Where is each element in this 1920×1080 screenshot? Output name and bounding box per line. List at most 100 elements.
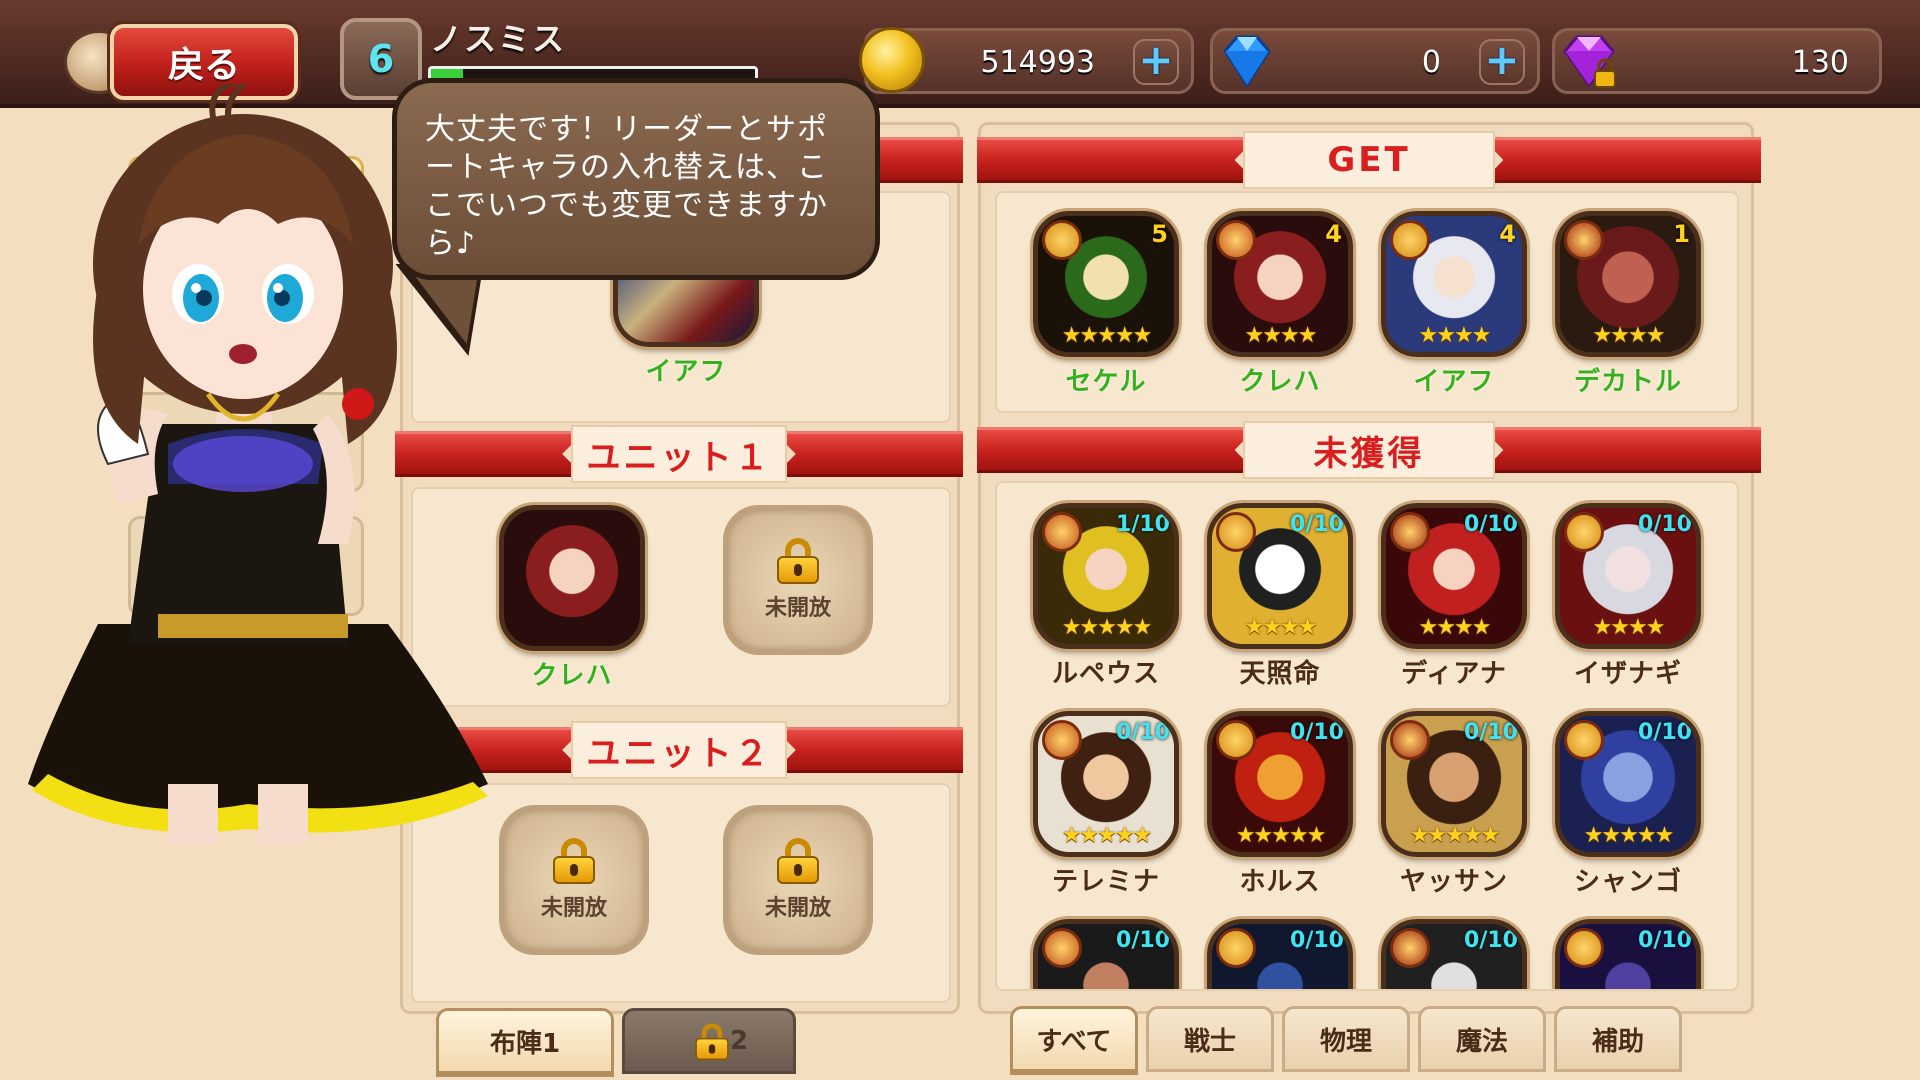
rarity-stars: ★★★★★ [1061,323,1153,348]
character-portrait[interactable]: 1/10 ★★★★★ [1033,503,1179,649]
rarity-stars: ★★★★★ [1061,615,1153,640]
locked-slot[interactable]: 未開放 [723,505,873,655]
locked-slot[interactable]: 未開放 [499,805,649,955]
character-name: ルペウス [1051,659,1160,689]
rarity-stars: ★★★★ [1592,615,1666,640]
rarity-stars: ★★★★ [1244,615,1318,640]
filter-tab[interactable]: 戦士 [1146,1006,1274,1072]
element-icon [1390,220,1430,260]
paid-gem-counter: 130 [1552,28,1882,94]
unowned-character-card[interactable]: 0/10 ★★★★ イザナギ [1555,503,1701,690]
character-name: 天照命 [1239,659,1321,689]
shard-progress: 0/10 [1290,720,1344,745]
character-portrait[interactable]: 0/10 ★★★★★ [1555,711,1701,857]
character-name: デカトル [1573,367,1682,397]
rarity-stars: ★★★★ [1418,615,1492,640]
owned-character-card[interactable]: 1 ★★★★ デカトル [1555,211,1701,398]
unit1-slot-1[interactable]: クレハ [499,505,645,692]
unowned-character-card[interactable]: 0/10 ★★★★★ シャンゴ [1555,711,1701,898]
filter-tab[interactable]: すべて [1010,1006,1138,1072]
character-portrait[interactable]: 4 ★★★★ [1381,211,1527,357]
shard-progress: 0/10 [1464,928,1518,953]
character-portrait[interactable]: 0/10 [1207,919,1353,989]
paid-gem-amount: 130 [1791,45,1849,80]
unowned-character-card[interactable]: 0/10 [1381,919,1527,989]
ribbon-band-left [977,427,1257,473]
shard-progress: 0/10 [1638,720,1692,745]
shard-progress: 0/10 [1116,928,1170,953]
gold-coin-icon [859,27,925,93]
character-portrait[interactable]: 0/10 ★★★★ [1555,503,1701,649]
unowned-character-card[interactable]: 0/10 ★★★★★ テレミナ [1033,711,1179,898]
unit1-title: ユニット１ [571,425,787,483]
element-icon [1042,720,1082,760]
unowned-character-card[interactable]: 1/10 ★★★★★ ルペウス [1033,503,1179,690]
element-icon [1216,928,1256,968]
add-gem-button[interactable]: + [1479,39,1525,85]
character-portrait[interactable]: 0/10 [1033,919,1179,989]
element-icon [1042,512,1082,552]
character-portrait[interactable]: 4 ★★★★ [1207,211,1353,357]
unowned-character-card[interactable]: 0/10 [1555,919,1701,989]
element-icon [1216,512,1256,552]
character-portrait[interactable]: 0/10 ★★★★ [1381,503,1527,649]
speech-bubble: 大丈夫です！リーダーとサポートキャラの入れ替えは、ここでいつでも変更できますから… [392,78,880,280]
unowned-character-card[interactable]: 0/10 [1207,919,1353,989]
character-portrait[interactable]: 0/10 ★★★★★ [1207,711,1353,857]
unowned-character-card[interactable]: 0/10 ★★★★ 天照命 [1207,503,1353,690]
kureha-portrait[interactable] [499,505,645,651]
lock-icon [777,538,819,584]
locked-slot[interactable]: 未開放 [723,805,873,955]
owned-character-card[interactable]: 4 ★★★★ イアフ [1381,211,1527,398]
element-icon [1564,220,1604,260]
rarity-stars: ★★★★★ [1235,823,1327,848]
filter-tab[interactable]: 補助 [1554,1006,1682,1072]
character-portrait[interactable]: 0/10 ★★★★★ [1033,711,1179,857]
filter-tab[interactable]: 魔法 [1418,1006,1546,1072]
add-gold-button[interactable]: + [1133,39,1179,85]
unowned-character-card[interactable]: 0/10 ★★★★★ ヤッサン [1381,711,1527,898]
unowned-character-card[interactable]: 0/10 ★★★★★ ホルス [1207,711,1353,898]
character-name: セケル [1065,367,1147,397]
element-icon [1042,928,1082,968]
element-icon [1564,512,1604,552]
unowned-grid[interactable]: 1/10 ★★★★★ ルペウス 0/10 ★★★★ 天照命 0/10 ★★★★ … [995,481,1739,991]
unit1-slot-1-name: クレハ [531,661,613,691]
unowned-ribbon: 未獲得 [977,421,1761,479]
owned-count: 5 [1151,220,1168,248]
character-name: ヤッサン [1399,867,1508,897]
element-icon [1042,220,1082,260]
element-icon [1216,720,1256,760]
filter-tab[interactable]: 物理 [1282,1006,1410,1072]
ribbon-band-left [977,137,1257,183]
unit2-slot-1[interactable]: 未開放 [499,805,649,955]
plus-icon: + [1138,35,1174,84]
owned-character-card[interactable]: 4 ★★★★ クレハ [1207,211,1353,398]
owned-count: 1 [1673,220,1690,248]
rarity-stars: ★★★★★ [1583,823,1675,848]
character-portrait[interactable]: 5 ★★★★★ [1033,211,1179,357]
shard-progress: 0/10 [1290,928,1344,953]
locked-label: 未開放 [764,596,831,621]
character-portrait[interactable]: 0/10 ★★★★★ [1381,711,1527,857]
character-name: ディアナ [1401,659,1507,689]
lock-icon [695,1023,729,1061]
unit2-slot-2[interactable]: 未開放 [723,805,873,955]
leader-name: イアフ [645,357,727,387]
tab-formation-1[interactable]: 布陣1 [436,1008,614,1074]
unowned-character-card[interactable]: 0/10 ★★★★ ディアナ [1381,503,1527,690]
owned-grid: 5 ★★★★★ セケル 4 ★★★★ クレハ 4 ★★★★ イアフ 1 ★★★★… [995,191,1739,413]
character-name: テレミナ [1051,867,1160,897]
owned-character-card[interactable]: 5 ★★★★★ セケル [1033,211,1179,398]
character-name: イアフ [1413,367,1495,397]
formation-2-label: 2 [729,1026,749,1056]
unit1-slot-2[interactable]: 未開放 [723,505,873,655]
character-portrait[interactable]: 0/10 ★★★★ [1207,503,1353,649]
tab-formation-2[interactable]: 2 [622,1008,796,1074]
character-portrait[interactable]: 1 ★★★★ [1555,211,1701,357]
character-portrait[interactable]: 0/10 [1555,919,1701,989]
character-portrait[interactable]: 0/10 [1381,919,1527,989]
rarity-stars: ★★★★★ [1061,823,1153,848]
unowned-character-card[interactable]: 0/10 [1033,919,1179,989]
purple-diamond-lock-icon [1563,35,1616,88]
